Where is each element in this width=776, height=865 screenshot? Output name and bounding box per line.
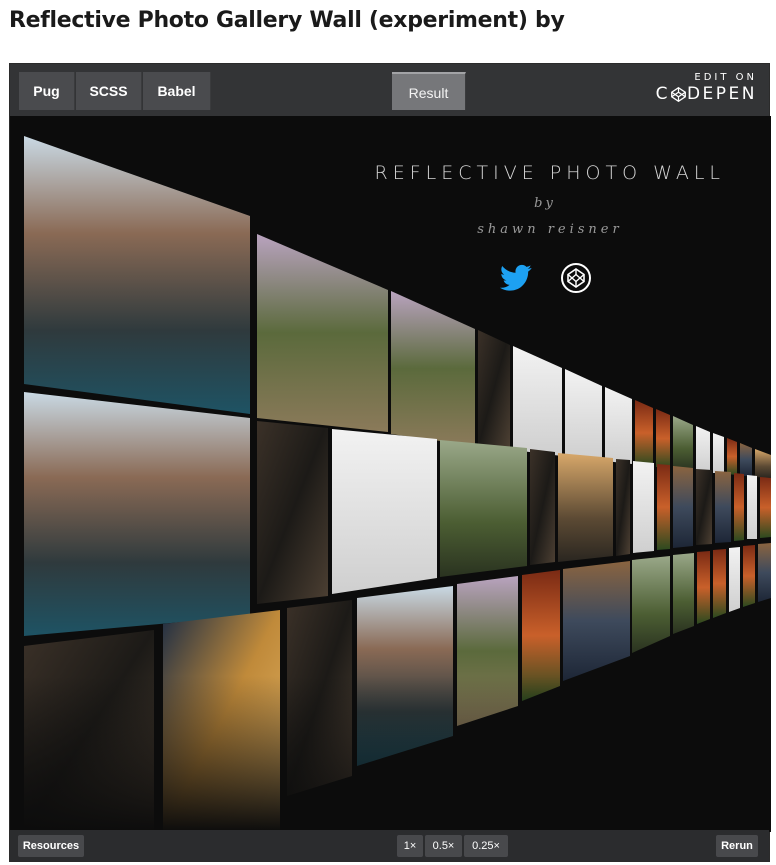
photo-forest-1: [257, 234, 388, 432]
photo-locks-1: [478, 330, 510, 448]
photo-sketch-8: [747, 475, 757, 539]
photo-spice-8: [697, 551, 710, 624]
codepen-logo: C DEPEN: [647, 84, 757, 104]
result-preview: REFLECTIVE PHOTO WALL by shawn reisner: [10, 116, 771, 832]
photo-sketch-5: [713, 433, 724, 473]
zoom-1x-button[interactable]: 1×: [397, 835, 423, 857]
photo-locks-4: [616, 459, 630, 556]
wall-author: shawn reisner: [477, 222, 623, 237]
photo-sketch-1: [513, 346, 562, 456]
photo-spice-10: [743, 545, 755, 607]
codepen-logo-c: C: [655, 84, 670, 104]
tab-result[interactable]: Result: [392, 72, 466, 110]
photo-spice-1: [635, 400, 653, 466]
photo-sketch-9: [729, 547, 740, 612]
photo-green-1: [673, 416, 693, 470]
resources-button[interactable]: Resources: [18, 835, 84, 857]
photo-locks-3: [530, 449, 555, 565]
photo-spice-3: [727, 438, 737, 475]
photo-swing: [440, 440, 527, 577]
twitter-icon[interactable]: [500, 264, 532, 292]
photo-sketch-7: [633, 461, 654, 553]
zoom-05x-button[interactable]: 0.5×: [425, 835, 462, 857]
codepen-icon[interactable]: [560, 262, 592, 294]
edit-on-label: EDIT ON: [694, 72, 757, 83]
photo-spice-5: [734, 473, 744, 541]
tab-scss[interactable]: SCSS: [76, 72, 142, 110]
photo-sketch-6: [332, 429, 437, 594]
photo-street-2: [24, 392, 250, 636]
photo-sil-1: [740, 443, 752, 476]
codepen-cube-icon: [671, 86, 686, 102]
photo-locks-2: [257, 421, 328, 604]
tab-pug[interactable]: Pug: [19, 72, 75, 110]
photo-tail-1: [755, 449, 771, 478]
photo-spice-6: [760, 477, 771, 538]
photo-spice-9: [713, 549, 726, 618]
photo-tunnel: [558, 453, 613, 562]
photo-sketch-2: [565, 369, 602, 460]
edit-on-codepen-link[interactable]: EDIT ON C DEPEN: [647, 72, 757, 104]
photo-sil-4: [563, 561, 630, 681]
wall-title: REFLECTIVE PHOTO WALL: [374, 162, 725, 184]
photo-tail-2: [758, 543, 771, 602]
photo-spice-4: [657, 464, 670, 550]
photo-sil-2: [673, 466, 693, 548]
reflection-fade: [10, 676, 771, 832]
wall-by: by: [534, 196, 556, 211]
rerun-button[interactable]: Rerun: [716, 835, 758, 857]
photo-green-2: [632, 556, 670, 653]
editor-toolbar: Pug SCSS Babel Result EDIT ON C DEPEN: [10, 64, 769, 116]
zoom-025x-button[interactable]: 0.25×: [464, 835, 508, 857]
editor-footer: Resources 1× 0.5× 0.25× Rerun: [10, 830, 769, 861]
tab-babel[interactable]: Babel: [143, 72, 211, 110]
photo-street-1: [24, 136, 250, 414]
photo-sketch-4: [696, 426, 710, 472]
page-title: Reflective Photo Gallery Wall (experimen…: [9, 8, 565, 33]
photo-sketch-3: [605, 387, 632, 464]
photo-wall: [10, 136, 771, 832]
photo-forest-2: [391, 291, 475, 446]
photo-locks-5: [696, 469, 712, 545]
photo-spice-2: [656, 409, 670, 468]
codepen-embed: Pug SCSS Babel Result EDIT ON C DEPEN RE…: [9, 63, 771, 862]
photo-green-3: [673, 553, 694, 634]
codepen-logo-rest: DEPEN: [686, 84, 757, 104]
photo-sil-3: [715, 471, 731, 543]
